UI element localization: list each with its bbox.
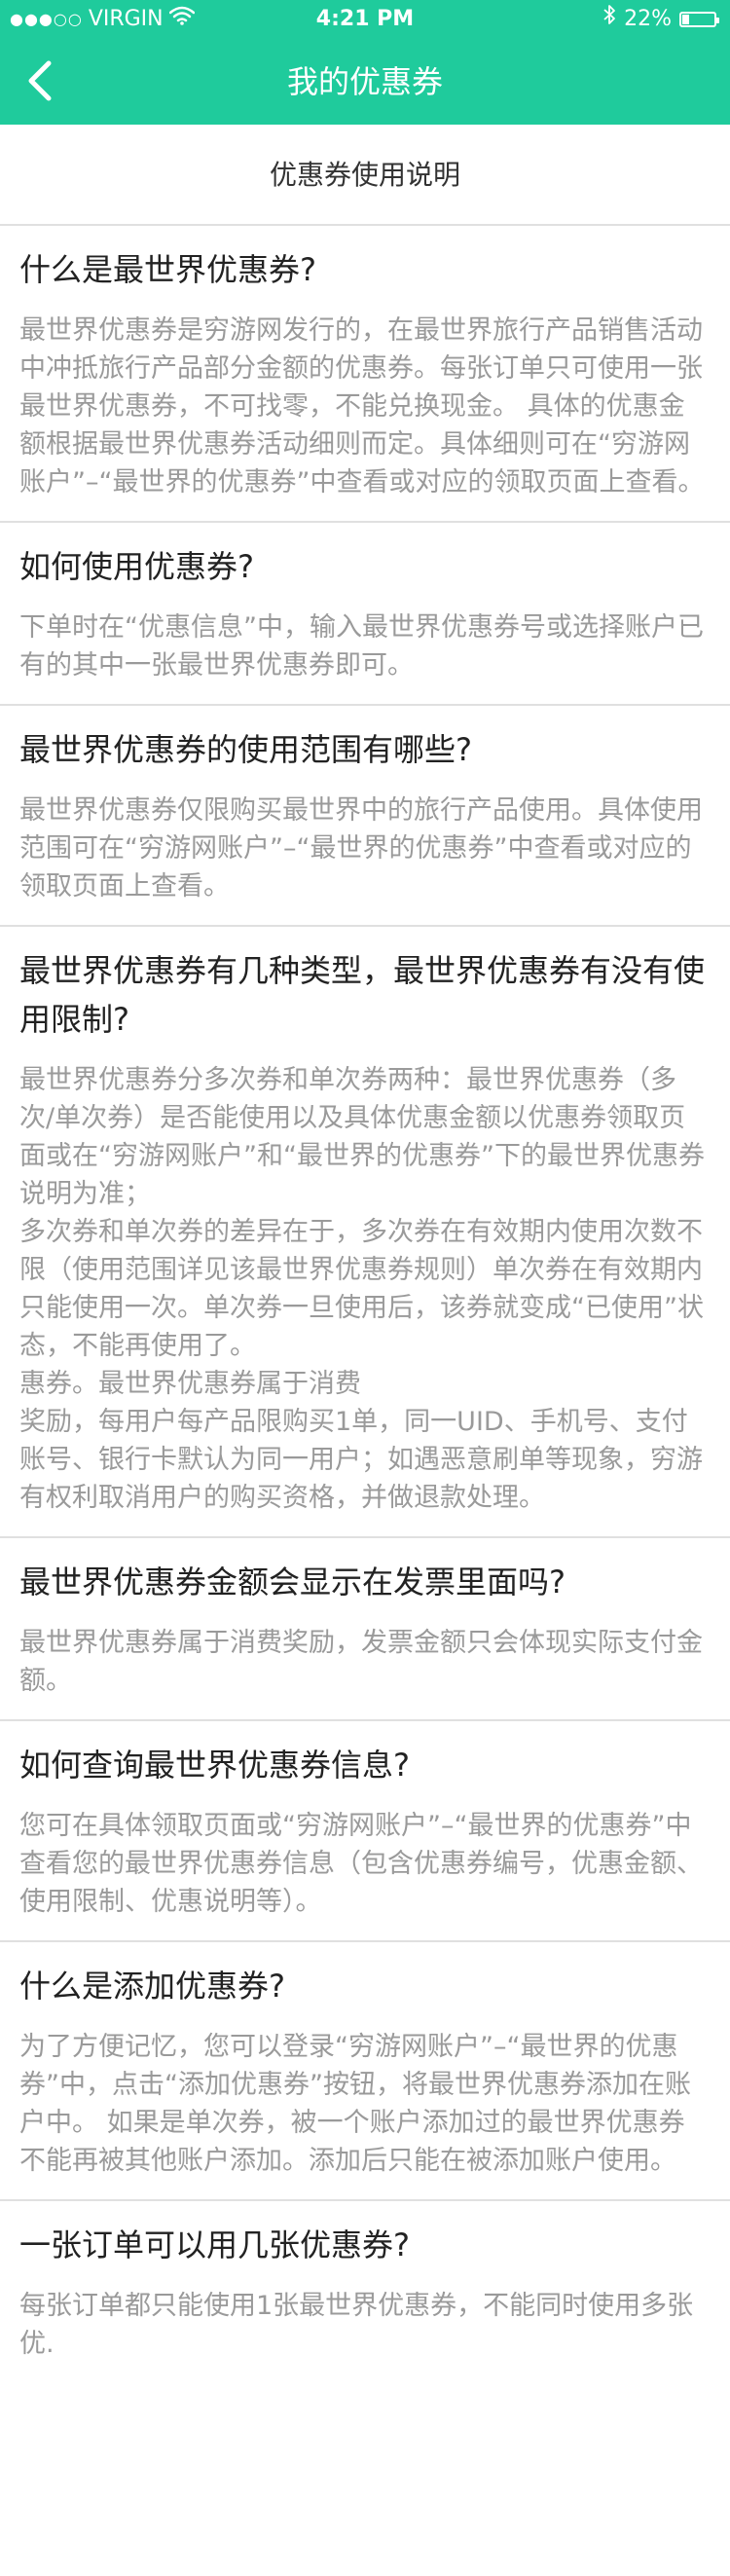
- faq-item: 什么是最世界优惠券? 最世界优惠券是穷游网发行的，在最世界旅行产品销售活动中冲抵…: [0, 226, 730, 523]
- nav-bar: 我的优惠券: [0, 39, 730, 125]
- faq-item: 最世界优惠券金额会显示在发票里面吗? 最世界优惠券属于消费奖励，发票金额只会体现…: [0, 1538, 730, 1721]
- status-right: 22%: [602, 0, 719, 39]
- faq-answer: 为了方便记忆，您可以登录“穷游网账户”–“最世界的优惠券”中，点击“添加优惠券”…: [19, 2032, 691, 2176]
- faq-question: 如何查询最世界优惠券信息?: [19, 1747, 410, 1784]
- faq-answer: 您可在具体领取页面或“穷游网账户”–“最世界的优惠券”中查看您的最世界优惠券信息…: [19, 1811, 703, 1917]
- faq-question: 最世界优惠券的使用范围有哪些?: [19, 731, 472, 768]
- status-bar: ●●●○○ VIRGIN 4:21 PM 22%: [0, 0, 730, 39]
- faq-answer: 最世界优惠券是穷游网发行的，在最世界旅行产品销售活动中冲抵旅行产品部分金额的优惠…: [19, 315, 705, 497]
- battery-icon: [679, 12, 719, 27]
- faq-answer: 下单时在“优惠信息”中，输入最世界优惠券号或选择账户已有的其中一张最世界优惠券即…: [19, 612, 704, 681]
- faq-item: 什么是添加优惠券? 为了方便记忆，您可以登录“穷游网账户”–“最世界的优惠券”中…: [0, 1942, 730, 2201]
- faq-item: 一张订单可以用几张优惠券? 每张订单都只能使用1张最世界优惠券，不能同时使用多张…: [0, 2201, 730, 2382]
- faq-answer-paragraph: 最世界优惠券分多次券和单次券两种：最世界优惠券（多次/单次券）是否能使用以及具体…: [19, 1065, 705, 1209]
- faq-question: 如何使用优惠券?: [19, 548, 254, 585]
- faq-item: 如何使用优惠券? 下单时在“优惠信息”中，输入最世界优惠券号或选择账户已有的其中…: [0, 523, 730, 706]
- section-title: 优惠券使用说明: [0, 125, 730, 226]
- faq-answer: 最世界优惠券仅限购买最世界中的旅行产品使用。具体使用范围可在“穷游网账户”–“最…: [19, 795, 703, 902]
- faq-list: 什么是最世界优惠券? 最世界优惠券是穷游网发行的，在最世界旅行产品销售活动中冲抵…: [0, 226, 730, 2382]
- faq-answer-paragraph: 多次券和单次券的差异在于，多次券在有效期内使用次数不限（使用范围详见该最世界优惠…: [19, 1217, 704, 1361]
- faq-item: 最世界优惠券的使用范围有哪些? 最世界优惠券仅限购买最世界中的旅行产品使用。具体…: [0, 706, 730, 927]
- faq-answer: 最世界优惠券属于消费奖励，发票金额只会体现实际支付金额。: [19, 1628, 703, 1696]
- bluetooth-icon: [602, 0, 616, 39]
- faq-question: 最世界优惠券有几种类型，最世界优惠券有没有使用限制?: [19, 952, 706, 1038]
- faq-answer-paragraph: 奖励，每用户每产品限购买1单，同一UID、手机号、支付账号、银行卡默认为同一用户…: [19, 1407, 703, 1513]
- faq-item: 最世界优惠券有几种类型，最世界优惠券有没有使用限制? 最世界优惠券分多次券和单次…: [0, 927, 730, 1538]
- faq-item: 如何查询最世界优惠券信息? 您可在具体领取页面或“穷游网账户”–“最世界的优惠券…: [0, 1721, 730, 1942]
- faq-question: 最世界优惠券金额会显示在发票里面吗?: [19, 1564, 566, 1601]
- faq-question: 什么是添加优惠券?: [19, 1968, 285, 2005]
- battery-percent: 22%: [624, 7, 672, 31]
- faq-answer: 最世界优惠券分多次券和单次券两种：最世界优惠券（多次/单次券）是否能使用以及具体…: [19, 1061, 711, 1517]
- faq-answer-paragraph: 惠券。最世界优惠券属于消费: [19, 1369, 361, 1399]
- page-title: 我的优惠券: [286, 63, 443, 100]
- faq-question: 一张订单可以用几张优惠券?: [19, 2226, 410, 2263]
- faq-question: 什么是最世界优惠券?: [19, 251, 316, 288]
- faq-answer: 每张订单都只能使用1张最世界优惠券，不能同时使用多张优.: [19, 2291, 694, 2359]
- app-header: ●●●○○ VIRGIN 4:21 PM 22% 我的优惠券: [0, 0, 730, 125]
- battery-level: [682, 15, 690, 24]
